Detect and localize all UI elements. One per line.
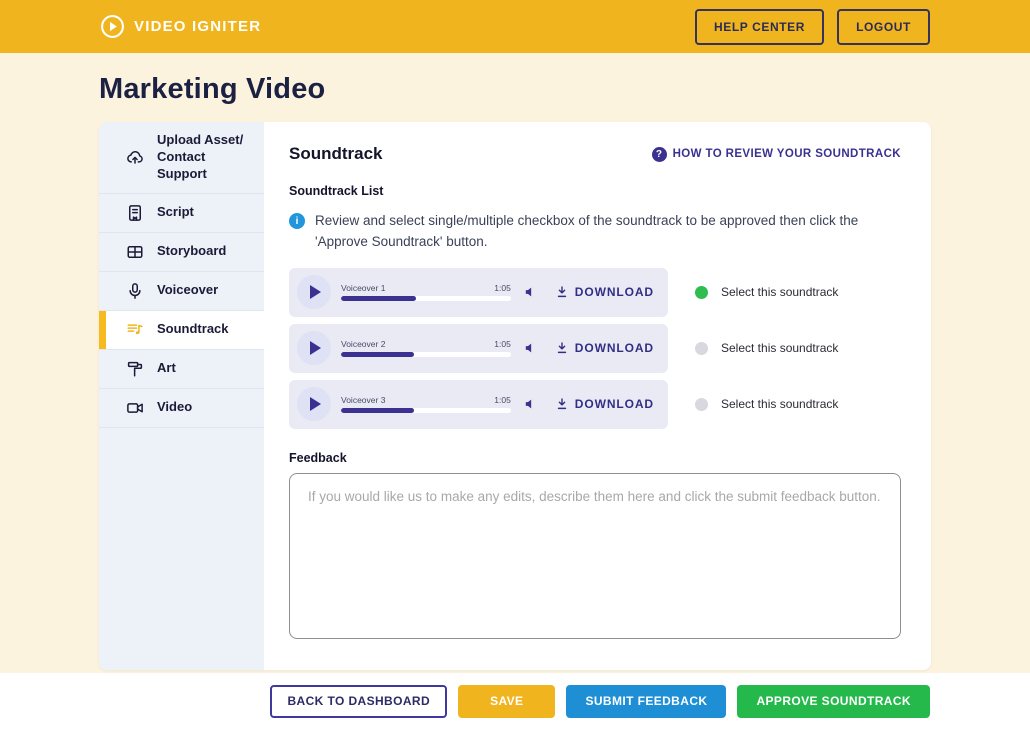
how-to-review-link[interactable]: ? HOW TO REVIEW YOUR SOUNDTRACK (652, 147, 901, 162)
seek-bar-fill (341, 352, 414, 357)
storyboard-grid-icon (126, 243, 144, 261)
track-title: Voiceover 3 (341, 395, 385, 405)
volume-button[interactable] (521, 339, 539, 357)
project-card: Upload Asset/ Contact Support Script Sto… (99, 122, 931, 670)
volume-button[interactable] (521, 283, 539, 301)
speaker-icon (523, 341, 537, 355)
page-title: Marketing Video (99, 72, 1030, 106)
track-row: Voiceover 1 1:05 DOWNL (289, 268, 901, 317)
sidebar-item-label: Script (157, 204, 194, 221)
play-button[interactable] (297, 275, 331, 309)
select-soundtrack-option[interactable]: Select this soundtrack (695, 285, 838, 299)
sidebar-filler (99, 428, 264, 670)
logout-button[interactable]: LOGOUT (837, 9, 930, 45)
track-duration: 1:05 (494, 283, 511, 293)
download-label: DOWNLOAD (575, 397, 654, 411)
download-icon (555, 397, 569, 411)
sidebar-item-storyboard[interactable]: Storyboard (99, 233, 264, 272)
how-to-review-label: HOW TO REVIEW YOUR SOUNDTRACK (673, 148, 901, 160)
feedback-label: Feedback (289, 451, 901, 465)
track-duration: 1:05 (494, 395, 511, 405)
sidebar-item-upload-asset[interactable]: Upload Asset/ Contact Support (99, 122, 264, 194)
video-camera-icon (126, 399, 144, 417)
play-icon (310, 341, 321, 355)
info-circle-icon: i (289, 213, 305, 229)
audio-player: Voiceover 2 1:05 DOWNL (289, 324, 668, 373)
topbar-actions: HELP CENTER LOGOUT (695, 9, 930, 45)
soundtrack-list-heading: Soundtrack List (289, 184, 901, 198)
feedback-textarea[interactable] (289, 473, 901, 639)
script-icon (126, 204, 144, 222)
section-heading: Soundtrack (289, 144, 383, 164)
sidebar-item-label: Art (157, 360, 176, 377)
track-title: Voiceover 1 (341, 283, 385, 293)
soundtrack-list: Voiceover 1 1:05 DOWNL (289, 268, 901, 429)
seek-bar-fill (341, 296, 416, 301)
help-center-button[interactable]: HELP CENTER (695, 9, 824, 45)
audio-player: Voiceover 3 1:05 DOWNL (289, 380, 668, 429)
speaker-icon (523, 285, 537, 299)
soundtrack-panel: Soundtrack ? HOW TO REVIEW YOUR SOUNDTRA… (264, 122, 931, 670)
top-bar: VIDEO IGNITER HELP CENTER LOGOUT (0, 0, 1030, 53)
action-bar: BACK TO DASHBOARD SAVE SUBMIT FEEDBACK A… (0, 673, 1030, 729)
radio-indicator (695, 398, 708, 411)
submit-feedback-button[interactable]: SUBMIT FEEDBACK (566, 685, 726, 718)
info-text: Review and select single/multiple checkb… (315, 211, 901, 253)
play-icon (310, 285, 321, 299)
seek-bar-fill (341, 408, 414, 413)
download-icon (555, 341, 569, 355)
download-button[interactable]: DOWNLOAD (555, 285, 654, 299)
play-button[interactable] (297, 331, 331, 365)
download-label: DOWNLOAD (575, 285, 654, 299)
sidebar-item-label: Soundtrack (157, 321, 229, 338)
select-soundtrack-label: Select this soundtrack (721, 397, 838, 411)
track-row: Voiceover 2 1:05 DOWNL (289, 324, 901, 373)
play-circle-logo-icon (100, 14, 125, 39)
download-button[interactable]: DOWNLOAD (555, 341, 654, 355)
approve-soundtrack-button[interactable]: APPROVE SOUNDTRACK (737, 685, 930, 718)
seek-bar[interactable] (341, 296, 511, 301)
speaker-icon (523, 397, 537, 411)
seek-bar[interactable] (341, 352, 511, 357)
sidebar-item-label: Upload Asset/ Contact Support (157, 132, 254, 183)
select-soundtrack-option[interactable]: Select this soundtrack (695, 397, 838, 411)
save-button[interactable]: SAVE (458, 685, 555, 718)
back-to-dashboard-button[interactable]: BACK TO DASHBOARD (270, 685, 447, 718)
sidebar-item-art[interactable]: Art (99, 350, 264, 389)
download-label: DOWNLOAD (575, 341, 654, 355)
play-button[interactable] (297, 387, 331, 421)
question-circle-icon: ? (652, 147, 667, 162)
track-row: Voiceover 3 1:05 DOWNL (289, 380, 901, 429)
cloud-upload-icon (126, 148, 144, 166)
download-icon (555, 285, 569, 299)
paint-roller-icon (126, 360, 144, 378)
radio-indicator (695, 286, 708, 299)
sidebar-item-label: Storyboard (157, 243, 226, 260)
microphone-icon (126, 282, 144, 300)
audio-player: Voiceover 1 1:05 DOWNL (289, 268, 668, 317)
select-soundtrack-label: Select this soundtrack (721, 341, 838, 355)
track-title: Voiceover 2 (341, 339, 385, 349)
sidebar-item-voiceover[interactable]: Voiceover (99, 272, 264, 311)
playlist-music-icon (126, 321, 144, 339)
volume-button[interactable] (521, 395, 539, 413)
sidebar-item-soundtrack[interactable]: Soundtrack (99, 311, 264, 350)
select-soundtrack-label: Select this soundtrack (721, 285, 838, 299)
info-note: i Review and select single/multiple chec… (289, 211, 901, 253)
brand-logo[interactable]: VIDEO IGNITER (100, 14, 261, 39)
seek-bar[interactable] (341, 408, 511, 413)
feedback-section: Feedback (289, 451, 901, 644)
sidebar-item-label: Voiceover (157, 282, 218, 299)
radio-indicator (695, 342, 708, 355)
sidebar-item-video[interactable]: Video (99, 389, 264, 428)
sidebar-item-script[interactable]: Script (99, 194, 264, 233)
track-duration: 1:05 (494, 339, 511, 349)
brand-name: VIDEO IGNITER (134, 18, 261, 35)
sidebar-item-label: Video (157, 399, 192, 416)
download-button[interactable]: DOWNLOAD (555, 397, 654, 411)
project-sidebar: Upload Asset/ Contact Support Script Sto… (99, 122, 264, 670)
play-icon (310, 397, 321, 411)
select-soundtrack-option[interactable]: Select this soundtrack (695, 341, 838, 355)
